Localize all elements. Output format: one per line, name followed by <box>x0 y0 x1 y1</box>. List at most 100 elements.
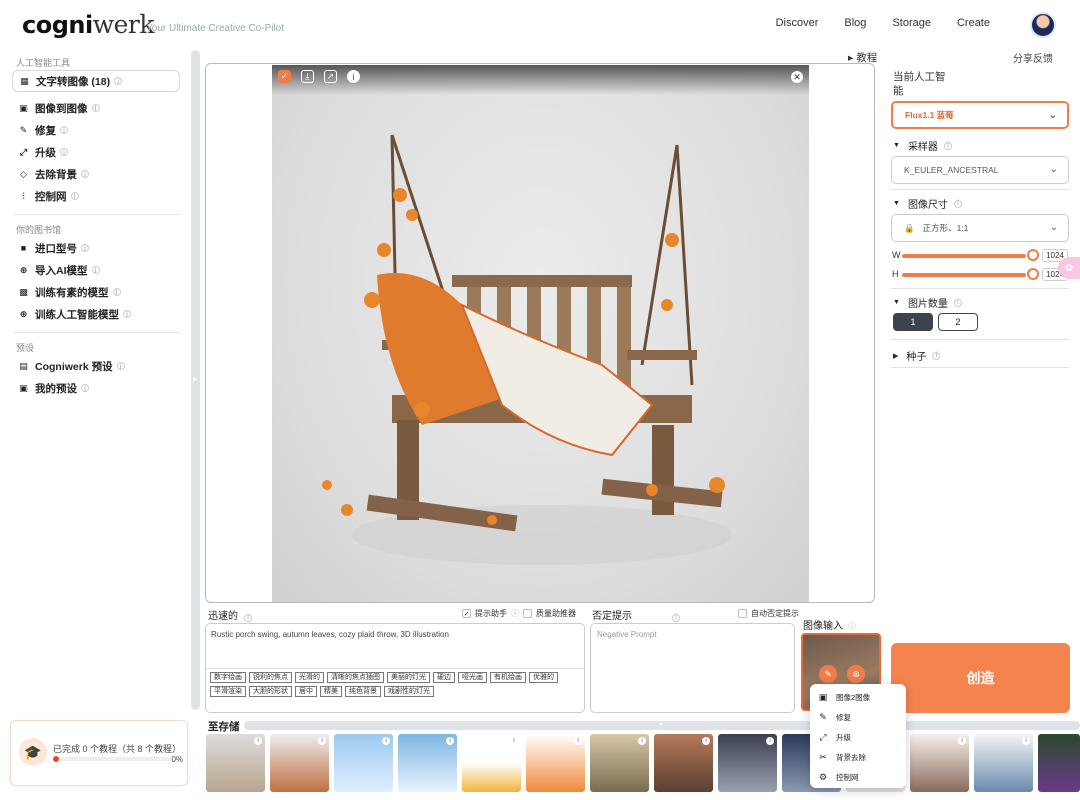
nav-create[interactable]: Create <box>957 17 990 29</box>
sampler-select[interactable]: K_EULER_ANCESTRAL ⌄ <box>891 156 1069 184</box>
storage-thumbnail[interactable]: i <box>206 734 265 792</box>
info-icon: i <box>91 266 100 275</box>
style-tag[interactable]: 哑光画 <box>458 672 487 683</box>
floating-helper-icon[interactable]: ✿ <box>1058 257 1080 279</box>
sidebar-item-trained-models[interactable]: ▩ 训练有素的模型 i <box>0 281 190 303</box>
prompt-assistant-checkbox[interactable]: ✓ 提示助手 ⓘ <box>462 608 519 619</box>
porch-swing-illustration <box>322 134 732 565</box>
lock-icon: 🔒 <box>904 222 915 233</box>
style-tag[interactable]: 锐利的焦点 <box>249 672 292 683</box>
progress-indicator <box>53 756 59 762</box>
style-tag[interactable]: 有机绘画 <box>490 672 526 683</box>
download-icon[interactable]: ⤓ <box>301 70 314 83</box>
storage-thumbnail[interactable]: i <box>910 734 969 792</box>
style-tag[interactable]: 精美 <box>320 686 342 697</box>
nav-discover[interactable]: Discover <box>776 17 819 29</box>
size-section-header[interactable]: ▼ 图像尺寸 i <box>893 196 962 211</box>
info-icon: ⓘ <box>511 609 519 618</box>
menu-item-controlnet[interactable]: ⚙ 控制网 <box>810 767 906 787</box>
storage-thumbnail[interactable]: i <box>526 734 585 792</box>
menu-item-inpaint[interactable]: ✎ 修复 <box>810 707 906 727</box>
info-icon: i <box>766 737 774 745</box>
share-icon[interactable]: ↗ <box>324 70 337 83</box>
style-tag[interactable]: 硬边 <box>433 672 455 683</box>
tutorial-progress-card[interactable]: 🎓 已完成 0 个教程（共 8 个教程） 0% <box>10 720 188 786</box>
sidebar-item-upscale[interactable]: ⤢ 升级 i <box>0 141 190 163</box>
seed-section-header[interactable]: ▶ 种子 i <box>893 348 941 363</box>
storage-thumbnail[interactable]: i <box>590 734 649 792</box>
preset-icon: ▤ <box>19 360 28 371</box>
sidebar-collapse-handle[interactable]: ▶ <box>191 50 200 710</box>
info-icon: i <box>574 737 582 745</box>
sidebar-item-train-ai-model[interactable]: ⊕ 训练人工智能模型 i <box>0 303 190 325</box>
sidebar-item-text-to-image[interactable]: ▦ 文字转图像 (18) i <box>12 70 180 92</box>
quality-booster-checkbox[interactable]: 质量助推器 <box>523 608 576 619</box>
sidebar-item-import-models[interactable]: ■ 进口型号 i <box>0 237 190 259</box>
auto-negative-checkbox[interactable]: 自动否定提示 <box>738 608 799 619</box>
divider <box>14 214 180 215</box>
storage-thumbnail[interactable]: i <box>974 734 1033 792</box>
sidebar-item-image-to-image[interactable]: ▣ 图像到图像 i <box>0 97 190 119</box>
info-icon: i <box>254 737 262 745</box>
storage-thumbnail[interactable]: i <box>718 734 777 792</box>
section-title-presets: 预设 <box>16 343 35 353</box>
storage-thumbnails: i i i i i i i i i i i i i <box>206 734 1080 792</box>
nav-blog[interactable]: Blog <box>844 17 866 29</box>
sidebar-item-import-ai-model[interactable]: ⊕ 导入AI模型 i <box>0 259 190 281</box>
style-tag[interactable]: 清晰的焦点插图 <box>327 672 384 683</box>
menu-item-image-to-image[interactable]: ▣ 图像2图像 <box>810 687 906 707</box>
storage-thumbnail[interactable]: i <box>398 734 457 792</box>
aspect-ratio-select[interactable]: 🔒 正方形、1:1 ⌄ <box>891 214 1069 242</box>
style-tag[interactable]: 大胆的形状 <box>249 686 292 697</box>
create-button[interactable]: 创造 <box>891 643 1070 713</box>
logo[interactable]: cogniwerk <box>22 10 155 39</box>
storage-thumbnail[interactable]: i <box>654 734 713 792</box>
sidebar-item-remove-bg[interactable]: ◇ 去除背景 i <box>0 163 190 185</box>
count-option-2[interactable]: 2 <box>938 313 978 331</box>
model-select[interactable]: Flux1.1 蓝莓 ⌄ <box>891 101 1069 129</box>
style-tag[interactable]: 优雅的 <box>529 672 558 683</box>
menu-item-upscale[interactable]: ⤢ 升级 <box>810 727 906 747</box>
brush-icon: ✎ <box>19 124 28 135</box>
storage-thumbnail[interactable]: i <box>270 734 329 792</box>
style-tag[interactable]: 戏剧性的灯光 <box>384 686 434 697</box>
sidebar-item-controlnet[interactable]: ⫶ 控制网 i <box>0 185 190 207</box>
sidebar-item-my-presets[interactable]: ▣ 我的预设 i <box>0 377 190 399</box>
avatar[interactable] <box>1030 12 1056 38</box>
graduation-cap-icon: 🎓 <box>19 738 47 766</box>
style-tag[interactable]: 平滑渲染 <box>210 686 246 697</box>
height-slider-track[interactable] <box>902 273 1026 277</box>
style-tag[interactable]: 光滑的 <box>295 672 324 683</box>
storage-thumbnail[interactable]: i <box>334 734 393 792</box>
storage-thumbnail[interactable]: i <box>462 734 521 792</box>
nav-storage[interactable]: Storage <box>892 17 931 29</box>
brush-icon: ✎ <box>819 711 827 722</box>
width-slider-track[interactable] <box>902 254 1026 258</box>
count-option-1[interactable]: 1 <box>893 313 933 331</box>
style-tag[interactable]: 纯色背景 <box>345 686 381 697</box>
menu-item-remove-background[interactable]: ✂ 背景去除 <box>810 747 906 767</box>
sidebar-item-cogniwerk-presets[interactable]: ▤ Cogniwerk 预设 i <box>0 355 190 377</box>
width-slider-knob[interactable] <box>1027 249 1039 261</box>
info-icon: i <box>60 126 68 135</box>
info-icon: i <box>116 362 125 371</box>
edit-icon[interactable]: ✎ <box>819 665 837 683</box>
storage-collapse-handle[interactable]: ▲ <box>244 721 1080 730</box>
info-icon[interactable]: i <box>347 70 360 83</box>
height-slider-knob[interactable] <box>1027 268 1039 280</box>
info-icon: i <box>123 310 131 319</box>
storage-thumbnail[interactable] <box>1038 734 1080 792</box>
sampler-section-header[interactable]: ▼ 采样器 i <box>893 138 952 153</box>
storage-label: 至存储 <box>208 721 240 733</box>
close-icon[interactable]: ✕ <box>791 71 803 83</box>
style-tag[interactable]: 数字绘画 <box>210 672 246 683</box>
sidebar-item-inpaint[interactable]: ✎ 修复 i <box>0 119 190 141</box>
info-icon: i <box>112 288 121 297</box>
check-icon[interactable]: ✓ <box>278 70 291 83</box>
share-feedback-link[interactable]: 分享反馈 <box>1013 50 1053 65</box>
style-tag[interactable]: 美丽的灯光 <box>387 672 430 683</box>
generated-image[interactable]: ✓ ⤓ ↗ i ✕ <box>272 65 809 602</box>
style-tag[interactable]: 居中 <box>295 686 317 697</box>
remove-icon[interactable]: ⊗ <box>847 665 865 683</box>
count-section-header[interactable]: ▼ 图片数量 i <box>893 295 962 310</box>
